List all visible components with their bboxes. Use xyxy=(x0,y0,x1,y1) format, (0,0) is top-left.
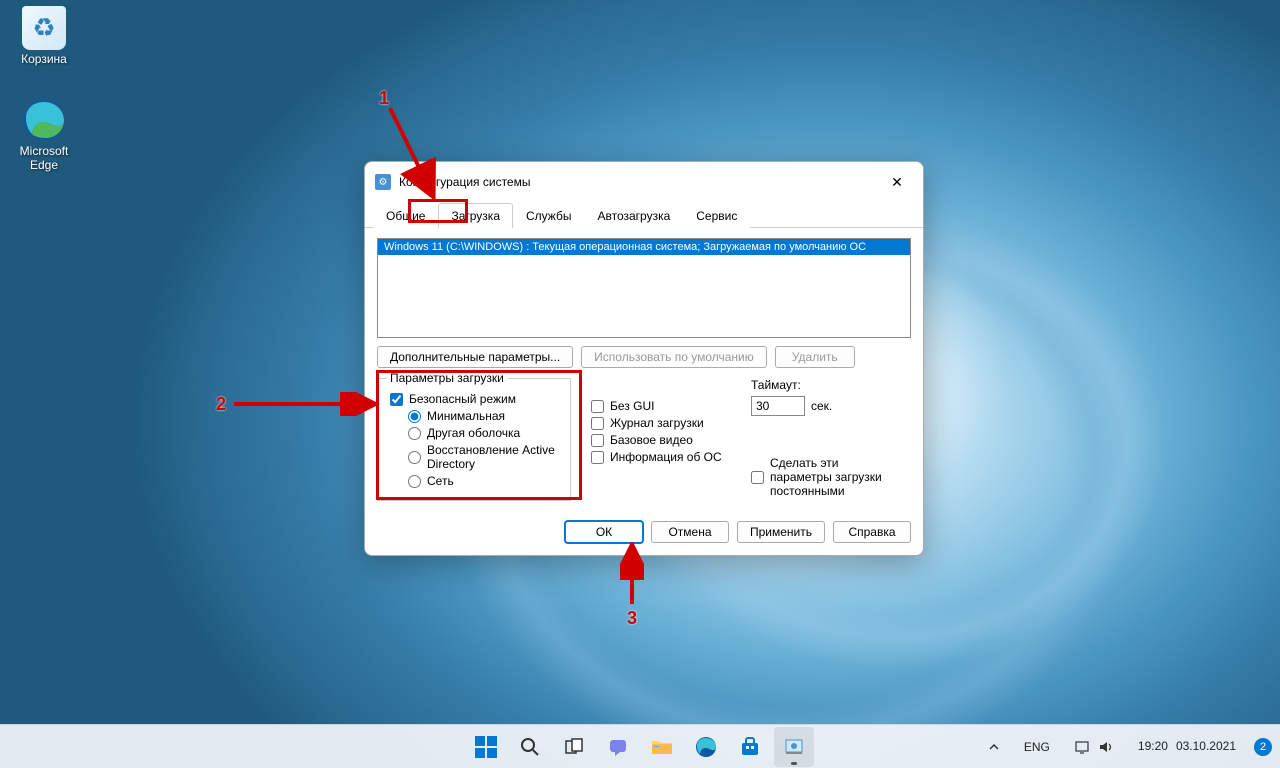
radio-network[interactable]: Сеть xyxy=(408,474,558,488)
language-indicator[interactable]: ENG xyxy=(1018,736,1056,758)
annotation-number-2: 2 xyxy=(216,394,226,415)
help-button[interactable]: Справка xyxy=(833,521,911,543)
edge-icon xyxy=(695,736,717,758)
boot-options-legend: Параметры загрузки xyxy=(386,371,508,385)
clock[interactable]: 19:20 03.10.2021 xyxy=(1132,735,1242,759)
volume-icon xyxy=(1098,739,1114,755)
taskbar: ENG 19:20 03.10.2021 2 xyxy=(0,724,1280,768)
msconfig-taskbar-button[interactable] xyxy=(774,727,814,767)
taskbar-center xyxy=(466,725,814,768)
window-title: Конфигурация системы xyxy=(399,175,881,189)
windows-logo-icon xyxy=(475,736,497,758)
close-button[interactable]: ✕ xyxy=(881,170,913,194)
system-tray[interactable] xyxy=(1068,735,1120,759)
safe-boot-checkbox[interactable]: Безопасный режим xyxy=(390,392,558,406)
desktop-icon-recycle-bin[interactable]: Корзина xyxy=(6,6,82,66)
advanced-options-button[interactable]: Дополнительные параметры... xyxy=(377,346,573,368)
taskbar-right: ENG 19:20 03.10.2021 2 xyxy=(982,725,1272,768)
search-button[interactable] xyxy=(510,727,550,767)
boot-options-group: Параметры загрузки Безопасный режим Мини… xyxy=(377,378,571,501)
annotation-number-3: 3 xyxy=(627,608,637,629)
os-info-checkbox[interactable]: Информация об ОС xyxy=(591,450,731,464)
radio-ad-repair[interactable]: Восстановление Active Directory xyxy=(408,443,558,471)
tab-startup[interactable]: Автозагрузка xyxy=(584,203,683,228)
cancel-button[interactable]: Отмена xyxy=(651,521,729,543)
time-text: 19:20 xyxy=(1138,739,1168,755)
msconfig-dialog: ⚙ Конфигурация системы ✕ Общие Загрузка … xyxy=(364,161,924,556)
timeout-group: Таймаут: сек. Сделать эти параметры загр… xyxy=(751,378,901,501)
edge-taskbar-button[interactable] xyxy=(686,727,726,767)
tab-services[interactable]: Службы xyxy=(513,203,584,228)
ok-button[interactable]: ОК xyxy=(565,521,643,543)
desktop-icon-label: Корзина xyxy=(6,52,82,66)
base-video-checkbox[interactable]: Базовое видео xyxy=(591,433,731,447)
explorer-button[interactable] xyxy=(642,727,682,767)
search-icon xyxy=(520,737,540,757)
timeout-label: Таймаут: xyxy=(751,378,901,392)
tab-boot[interactable]: Загрузка xyxy=(438,203,513,228)
apply-button[interactable]: Применить xyxy=(737,521,825,543)
date-text: 03.10.2021 xyxy=(1176,739,1236,755)
folder-icon xyxy=(651,737,673,757)
chat-button[interactable] xyxy=(598,727,638,767)
network-icon xyxy=(1074,739,1090,755)
delete-button: Удалить xyxy=(775,346,855,368)
msconfig-icon xyxy=(784,737,804,757)
boot-log-checkbox[interactable]: Журнал загрузки xyxy=(591,416,731,430)
os-list[interactable]: Windows 11 (C:\WINDOWS) : Текущая операц… xyxy=(377,238,911,338)
timeout-unit: сек. xyxy=(811,399,832,413)
timeout-input[interactable] xyxy=(751,396,805,416)
notification-badge[interactable]: 2 xyxy=(1254,738,1272,756)
set-default-button: Использовать по умолчанию xyxy=(581,346,767,368)
radio-alt-shell[interactable]: Другая оболочка xyxy=(408,426,558,440)
desktop-icon-label: Microsoft Edge xyxy=(6,144,82,172)
tray-chevron[interactable] xyxy=(982,737,1006,757)
tab-bar: Общие Загрузка Службы Автозагрузка Серви… xyxy=(365,202,923,228)
tab-general[interactable]: Общие xyxy=(373,203,438,228)
chevron-up-icon xyxy=(988,741,1000,753)
task-view-icon xyxy=(564,737,584,757)
titlebar[interactable]: ⚙ Конфигурация системы ✕ xyxy=(365,162,923,198)
tab-content: Windows 11 (C:\WINDOWS) : Текущая операц… xyxy=(365,228,923,511)
start-button[interactable] xyxy=(466,727,506,767)
boot-flags-group: Без GUI Журнал загрузки Базовое видео Ин… xyxy=(591,378,731,501)
dialog-buttons: ОК Отмена Применить Справка xyxy=(365,511,923,555)
desktop-icon-edge[interactable]: Microsoft Edge xyxy=(6,98,82,172)
recycle-bin-icon xyxy=(22,6,66,50)
no-gui-checkbox[interactable]: Без GUI xyxy=(591,399,731,413)
chat-icon xyxy=(608,737,628,757)
app-icon: ⚙ xyxy=(375,174,391,190)
store-button[interactable] xyxy=(730,727,770,767)
annotation-number-1: 1 xyxy=(379,88,389,109)
task-view-button[interactable] xyxy=(554,727,594,767)
make-permanent-checkbox[interactable]: Сделать эти параметры загрузки постоянны… xyxy=(751,456,901,498)
tab-tools[interactable]: Сервис xyxy=(683,203,750,228)
edge-icon xyxy=(22,98,66,142)
os-entry[interactable]: Windows 11 (C:\WINDOWS) : Текущая операц… xyxy=(378,239,910,255)
radio-minimal[interactable]: Минимальная xyxy=(408,409,558,423)
store-icon xyxy=(740,737,760,757)
